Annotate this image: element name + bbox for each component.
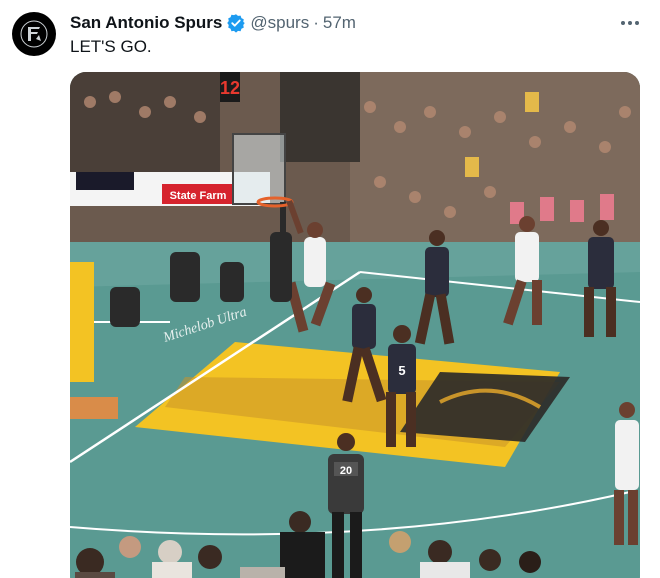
tweet-time[interactable]: 57m (323, 13, 356, 33)
verified-badge-icon (226, 13, 246, 33)
author-handle[interactable]: @spurs (250, 13, 309, 33)
more-options-icon[interactable] (618, 12, 642, 34)
referee-number: 20 (340, 465, 352, 477)
backboard (232, 133, 286, 205)
shot-clock: 12 (220, 78, 240, 98)
separator-dot: · (313, 13, 319, 32)
spurs-logo-icon (20, 20, 48, 48)
tweet-header: San Antonio Spurs @spurs · 57m (70, 12, 356, 34)
baseline-ad-text: State Farm (170, 190, 227, 202)
tweet[interactable]: San Antonio Spurs @spurs · 57m LET'S GO. (0, 0, 660, 578)
author-name[interactable]: San Antonio Spurs (70, 13, 222, 33)
video-frame: State Farm 12 Michelob Ultra 5 20 (70, 72, 640, 578)
avatar[interactable] (12, 12, 56, 56)
stanchion-pad (70, 262, 94, 382)
tweet-text: LET'S GO. (70, 37, 152, 56)
jersey-number-5: 5 (398, 363, 405, 378)
tweet-video[interactable]: State Farm 12 Michelob Ultra 5 20 (70, 72, 640, 578)
